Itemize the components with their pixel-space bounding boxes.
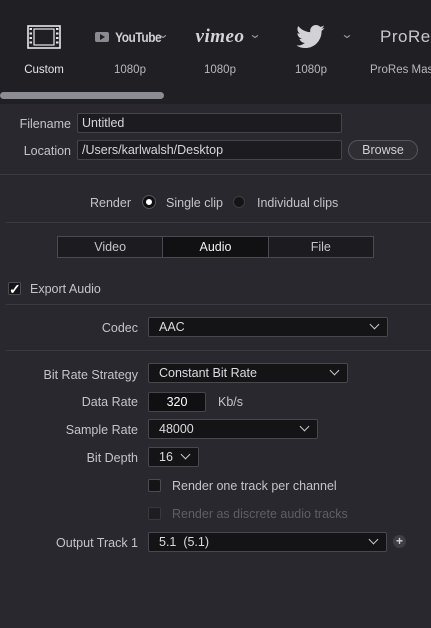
preset-vimeo-label: 1080p <box>204 64 236 76</box>
tab-video[interactable]: Video <box>58 237 164 257</box>
sample-rate-value: 48000 <box>159 422 194 436</box>
discrete-audio-tracks-checkbox[interactable] <box>148 507 161 520</box>
preset-custom[interactable]: Custom <box>14 0 74 90</box>
preset-strip: Custom YouTube 1080p ⌄ vimeo 1080p ⌄ 108… <box>0 0 431 104</box>
bit-rate-strategy-value: Constant Bit Rate <box>159 366 257 380</box>
bit-depth-select[interactable]: 16 <box>148 447 199 467</box>
youtube-logo-text: YouTube <box>114 29 162 45</box>
twitter-chevron-down-icon[interactable]: ⌄ <box>340 27 353 41</box>
youtube-chevron-down-icon[interactable]: ⌄ <box>156 27 169 41</box>
location-label: Location <box>23 144 71 158</box>
one-track-per-channel-label[interactable]: Render one track per channel <box>172 479 337 493</box>
output-track-value: 5.1 (5.1) <box>159 535 210 549</box>
vimeo-logo-text: vimeo <box>195 26 245 47</box>
preset-vimeo[interactable]: vimeo 1080p <box>188 0 252 90</box>
data-rate-unit: Kb/s <box>218 395 244 409</box>
one-track-per-channel-checkbox[interactable] <box>148 479 161 492</box>
preset-scrollbar[interactable] <box>0 92 164 99</box>
youtube-logo-icon: YouTube <box>95 22 165 52</box>
film-strip-icon <box>14 22 74 52</box>
bit-rate-strategy-label: Bit Rate Strategy <box>43 368 139 382</box>
render-label: Render <box>90 196 131 210</box>
prores-logo-icon: ProRes <box>380 22 431 52</box>
export-audio-label[interactable]: Export Audio <box>30 282 101 296</box>
sample-rate-select[interactable]: 48000 <box>148 419 318 439</box>
output-track-select[interactable]: 5.1 (5.1) <box>148 532 387 552</box>
checkmark-icon: ✓ <box>9 281 21 297</box>
chevron-down-icon <box>180 449 191 460</box>
preset-prores-label: ProRes Mas <box>370 64 431 76</box>
divider <box>6 304 431 305</box>
tab-audio[interactable]: Audio <box>163 237 269 257</box>
data-rate-input[interactable]: 320 <box>148 392 206 412</box>
codec-label: Codec <box>101 321 138 335</box>
bit-rate-strategy-select[interactable]: Constant Bit Rate <box>148 363 348 383</box>
tab-file[interactable]: File <box>269 237 373 257</box>
vimeo-chevron-down-icon[interactable]: ⌄ <box>248 27 261 41</box>
preset-twitter-label: 1080p <box>295 64 327 76</box>
filename-label: Filename <box>19 117 71 131</box>
chevron-down-icon <box>368 534 379 545</box>
output-track-label: Output Track 1 <box>56 536 138 550</box>
sample-rate-label: Sample Rate <box>65 423 138 437</box>
single-clip-radio[interactable] <box>142 195 156 209</box>
bit-depth-label: Bit Depth <box>86 451 138 465</box>
browse-button[interactable]: Browse <box>348 140 418 160</box>
settings-tabs: Video Audio File <box>57 236 374 258</box>
twitter-bird-icon <box>281 22 341 52</box>
individual-clips-label[interactable]: Individual clips <box>257 196 338 210</box>
preset-custom-label: Custom <box>24 64 64 76</box>
codec-select[interactable]: AAC <box>148 317 388 337</box>
preset-youtube-label: 1080p <box>114 64 146 76</box>
data-rate-label: Data Rate <box>81 395 138 409</box>
divider <box>0 174 431 175</box>
preset-prores[interactable]: ProRes ProRes Mas <box>368 0 431 90</box>
chevron-down-icon <box>299 421 310 432</box>
prores-logo-text: ProRes <box>380 27 431 46</box>
divider <box>6 222 431 223</box>
individual-clips-radio[interactable] <box>233 196 245 208</box>
vimeo-logo-icon: vimeo <box>188 22 252 52</box>
location-input[interactable]: /Users/karlwalsh/Desktop <box>77 140 342 160</box>
filename-input[interactable]: Untitled <box>77 113 342 133</box>
codec-value: AAC <box>159 320 185 334</box>
preset-twitter[interactable]: 1080p <box>281 0 341 90</box>
youtube-play-icon <box>95 32 109 42</box>
export-audio-checkbox[interactable]: ✓ <box>8 281 21 297</box>
single-clip-label[interactable]: Single clip <box>166 196 223 210</box>
bit-depth-value: 16 <box>159 450 173 464</box>
preset-youtube[interactable]: YouTube 1080p <box>95 0 165 90</box>
chevron-down-icon <box>369 319 380 330</box>
chevron-down-icon <box>329 365 340 376</box>
add-track-icon[interactable]: + <box>393 535 406 548</box>
discrete-audio-tracks-label: Render as discrete audio tracks <box>172 507 348 521</box>
divider <box>6 350 431 351</box>
